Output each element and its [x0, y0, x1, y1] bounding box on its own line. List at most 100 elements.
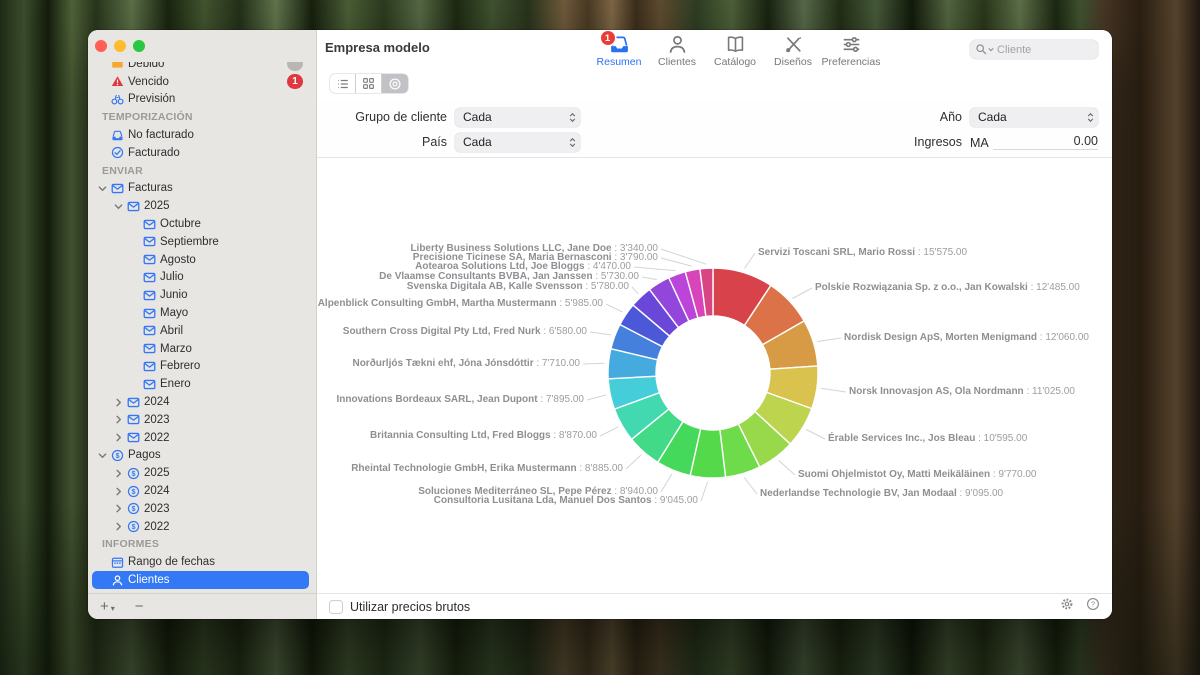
- grupo-popup[interactable]: Cada: [455, 108, 580, 127]
- sidebar-item-junio[interactable]: Junio: [92, 286, 309, 304]
- envelope-icon: [141, 378, 158, 391]
- sidebar-item-octubre[interactable]: Octubre: [92, 215, 309, 233]
- chevron-right-icon[interactable]: [112, 398, 125, 407]
- sidebar-item-clientes[interactable]: Clientes: [92, 571, 309, 589]
- sidebar-item-2025[interactable]: $2025: [92, 464, 309, 482]
- sidebar-item-mayo[interactable]: Mayo: [92, 304, 309, 322]
- chevron-down-icon[interactable]: [96, 184, 109, 193]
- search-field[interactable]: [970, 40, 1098, 59]
- close-button[interactable]: [95, 40, 107, 52]
- label-leader-line: [744, 253, 755, 269]
- sidebar-section-header: ENVIAR: [92, 162, 309, 180]
- remove-button[interactable]: −: [135, 598, 144, 615]
- sidebar-item-label: Debido: [126, 62, 287, 70]
- chevron-down-icon[interactable]: [96, 451, 109, 460]
- envelope-icon: [125, 431, 142, 444]
- chevron-right-icon[interactable]: [112, 415, 125, 424]
- sidebar-item-facturas[interactable]: Facturas: [92, 180, 309, 198]
- toolbar-item-resumen[interactable]: 1 Resumen: [594, 33, 644, 68]
- label-leader-line: [626, 455, 641, 469]
- sidebar-item-label: Octubre: [158, 218, 309, 230]
- sidebar-item-julio[interactable]: Julio: [92, 269, 309, 287]
- chart-label: Soluciones Mediterráneo SL, Pepe Pérez :…: [418, 486, 658, 498]
- sidebar-item-rango-de-fechas[interactable]: Rango de fechas: [92, 553, 309, 571]
- minimize-button[interactable]: [114, 40, 126, 52]
- list-view-button[interactable]: [330, 74, 356, 93]
- person-icon: [109, 574, 126, 587]
- sidebar-item-label: 2023: [142, 414, 309, 426]
- sidebar-item-2023[interactable]: 2023: [92, 411, 309, 429]
- chevron-right-icon[interactable]: [112, 469, 125, 478]
- ingresos-field[interactable]: MA 0.00: [970, 134, 1098, 150]
- grid-view-button[interactable]: [356, 74, 382, 93]
- gear-icon[interactable]: [1060, 597, 1074, 616]
- chevron-right-icon[interactable]: [112, 504, 125, 513]
- sidebar-item-febrero[interactable]: Febrero: [92, 358, 309, 376]
- chart-label: Southern Cross Digital Pty Ltd, Fred Nur…: [343, 326, 587, 338]
- gross-prices-checkbox[interactable]: [329, 600, 343, 614]
- label-leader-line: [606, 304, 623, 312]
- chevron-down-icon[interactable]: [112, 202, 125, 211]
- toolbar-item-clientes[interactable]: Clientes: [652, 33, 702, 68]
- warning-icon: [109, 75, 126, 88]
- chart-label: Suomi Ohjelmistot Oy, Matti Meikäläinen …: [798, 469, 1036, 481]
- sidebar-item-abril[interactable]: Abril: [92, 322, 309, 340]
- chart-label: Alpenblick Consulting GmbH, Martha Muste…: [318, 298, 603, 310]
- sidebar-item-2022[interactable]: 2022: [92, 429, 309, 447]
- sidebar-item-agosto[interactable]: Agosto: [92, 251, 309, 269]
- ano-popup[interactable]: Cada: [970, 108, 1098, 127]
- sidebar-item-2024[interactable]: $2024: [92, 482, 309, 500]
- check-icon: [109, 146, 126, 159]
- sidebar-item-no-facturado[interactable]: No facturado: [92, 126, 309, 144]
- add-button[interactable]: +▾: [100, 598, 115, 615]
- sidebar-item-2023[interactable]: $2023: [92, 500, 309, 518]
- svg-text:$: $: [131, 487, 135, 496]
- grid-icon: [362, 77, 375, 90]
- zoom-button[interactable]: [133, 40, 145, 52]
- sidebar-item-enero[interactable]: Enero: [92, 375, 309, 393]
- clients-donut-chart: Servizi Toscani SRL, Mario Rossi : 15'57…: [317, 157, 1112, 593]
- envelope-icon: [141, 253, 158, 266]
- sidebar-item-2024[interactable]: 2024: [92, 393, 309, 411]
- label-leader-line: [744, 477, 757, 494]
- search-icon: [975, 43, 994, 56]
- sidebar-item-label: Septiembre: [158, 236, 309, 248]
- chevron-right-icon[interactable]: [112, 487, 125, 496]
- sidebar-item-pagos[interactable]: $Pagos: [92, 447, 309, 465]
- chevron-right-icon[interactable]: [112, 522, 125, 531]
- help-icon[interactable]: ?: [1086, 597, 1100, 616]
- sidebar-item-marzo[interactable]: Marzo: [92, 340, 309, 358]
- sidebar-item-2022[interactable]: $2022: [92, 518, 309, 536]
- sidebar-item-previsión[interactable]: Previsión: [92, 91, 309, 109]
- sidebar-item-label: Marzo: [158, 343, 309, 355]
- label-leader-line: [661, 258, 692, 266]
- filter-bar: Grupo de cliente Cada Año Cada País Cada: [317, 100, 1112, 157]
- envelope-icon: [141, 289, 158, 302]
- chevron-right-icon[interactable]: [112, 433, 125, 442]
- book-icon: [725, 33, 746, 55]
- label-leader-line: [817, 338, 841, 342]
- sidebar-item-facturado[interactable]: Facturado: [92, 144, 309, 162]
- toolbar-item-catalogo[interactable]: Catálogo: [710, 33, 760, 68]
- inbox-tray-icon: 1: [609, 33, 630, 55]
- donut-view-button[interactable]: [382, 74, 408, 93]
- sidebar-item-vencido[interactable]: Vencido1: [92, 73, 309, 91]
- calendar-icon: [109, 556, 126, 569]
- label-leader-line: [661, 474, 672, 492]
- search-input[interactable]: [997, 44, 1093, 56]
- toolbar-item-disenos[interactable]: Diseños: [768, 33, 818, 68]
- grupo-label: Grupo de cliente: [317, 110, 455, 124]
- pais-popup[interactable]: Cada: [455, 133, 580, 152]
- sidebar-item-debido[interactable]: Debido: [92, 62, 309, 73]
- toolbar-item-preferencias[interactable]: Preferencias: [826, 33, 876, 68]
- label-leader-line: [806, 430, 825, 440]
- sidebar-item-label: Febrero: [158, 360, 309, 372]
- sidebar-item-label: Rango de fechas: [126, 556, 309, 568]
- sidebar-item-septiembre[interactable]: Septiembre: [92, 233, 309, 251]
- sidebar-item-label: Julio: [158, 271, 309, 283]
- page-title: Empresa modelo: [325, 40, 430, 55]
- chevron-down-icon: ▾: [111, 604, 115, 613]
- svg-text:$: $: [131, 522, 135, 531]
- sidebar-item-2025[interactable]: 2025: [92, 197, 309, 215]
- dollar-icon: $: [125, 502, 142, 515]
